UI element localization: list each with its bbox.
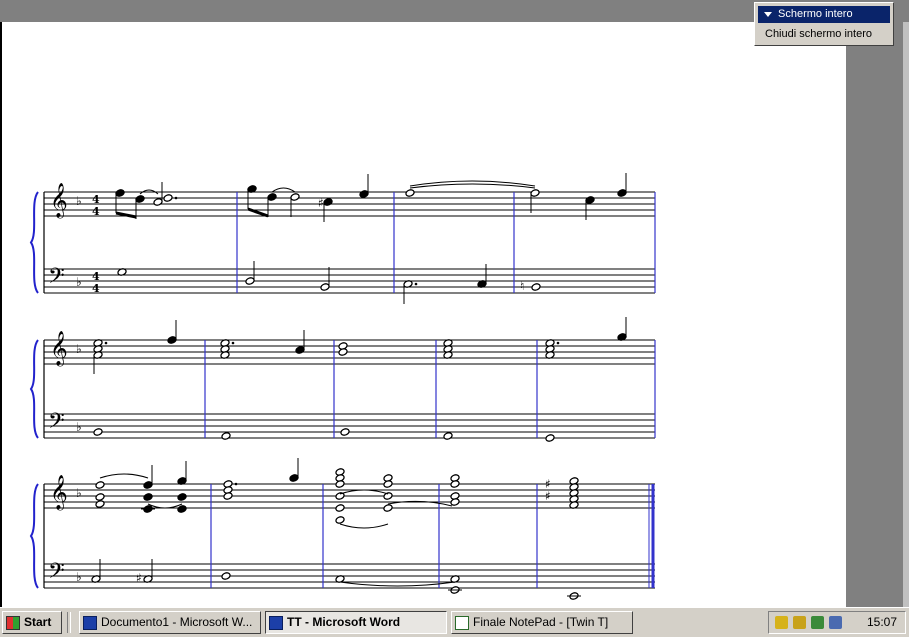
fullscreen-title-button[interactable]: Schermo intero	[758, 6, 890, 23]
flat-sign: ♭	[76, 570, 82, 584]
note-head	[290, 193, 300, 201]
bass-clef: 𝄢	[48, 559, 65, 589]
note-head	[531, 283, 541, 291]
note-dot	[104, 341, 108, 345]
time-signature-denominator: 4	[92, 282, 100, 295]
taskbar-button-documento1[interactable]: Documento1 - Microsoft W...	[79, 611, 261, 634]
note-head	[383, 504, 393, 512]
bass-clef: 𝄢	[48, 409, 65, 439]
taskbar-button-label: TT - Microsoft Word	[287, 615, 401, 629]
note-dot	[231, 341, 235, 345]
page-left-border	[0, 22, 2, 607]
note-head	[95, 481, 105, 489]
tie	[339, 489, 389, 495]
flat-sign: ♭	[76, 420, 82, 434]
note-head	[359, 190, 369, 198]
note-head	[135, 195, 145, 203]
flat-sign: ♭	[76, 342, 82, 356]
note-dot	[174, 196, 178, 200]
natural-sign: ♮	[520, 279, 524, 293]
tray-speaker-icon[interactable]	[793, 616, 806, 629]
tie	[271, 187, 296, 193]
tie	[409, 183, 536, 189]
word-icon	[83, 615, 97, 630]
system-brace	[29, 191, 39, 294]
flat-sign: ♭	[76, 275, 82, 289]
treble-clef: 𝄞	[50, 331, 68, 367]
note-head	[177, 493, 187, 501]
document-gutter	[846, 22, 909, 607]
note-head	[93, 428, 103, 436]
note-head	[153, 198, 163, 206]
system-brace	[29, 339, 39, 439]
tie	[147, 503, 183, 509]
music-score: 𝄞𝄢♭♭4444♯♮𝄞𝄢♭♭𝄞𝄢♭♭♯♯♯	[29, 173, 656, 600]
tie	[99, 473, 149, 479]
tray-network-icon[interactable]	[811, 616, 824, 629]
note-head	[245, 277, 255, 285]
dropdown-arrow-icon	[764, 11, 772, 17]
note-head	[167, 336, 177, 344]
flat-sign: ♭	[76, 486, 82, 500]
document-page[interactable]: 𝄞 𝄢 ♭ ♭ 4 4 4 4 ♯ ♮ 𝄞 𝄢 ♭ ♭ 𝄞 𝄢 ♭ ♭ ♯ ♯ ♯	[0, 22, 846, 607]
note-head	[320, 283, 330, 291]
fullscreen-toolbar: Schermo intero Chiudi schermo intero	[754, 2, 894, 46]
note-head	[163, 194, 173, 202]
taskbar-button-label: Finale NotePad - [Twin T]	[473, 615, 609, 629]
note-head	[335, 504, 345, 512]
note-head	[95, 500, 105, 508]
note-head	[335, 516, 345, 524]
note-head	[545, 434, 555, 442]
taskbar-separator	[67, 612, 71, 633]
note-head	[267, 193, 277, 201]
note-head	[177, 505, 187, 513]
note-head	[95, 493, 105, 501]
start-button[interactable]: Start	[2, 611, 62, 634]
taskbar-button-finale-notepad[interactable]: Finale NotePad - [Twin T]	[451, 611, 633, 634]
tie	[339, 581, 456, 587]
system-brace	[29, 483, 39, 589]
flat-sign: ♭	[76, 194, 82, 208]
sharp-sign: ♯	[545, 489, 551, 503]
taskbar: Start Documento1 - Microsoft W... TT - M…	[0, 607, 909, 637]
system-tray: 15:07	[768, 611, 906, 634]
windows-logo-icon	[6, 615, 20, 630]
treble-clef: 𝄞	[50, 475, 68, 511]
note-head	[143, 493, 153, 501]
note-head	[289, 474, 299, 482]
word-icon	[269, 615, 283, 630]
note-head	[143, 481, 153, 489]
note-dot	[556, 341, 560, 345]
note-head	[617, 189, 627, 197]
close-fullscreen-button[interactable]: Chiudi schermo intero	[765, 28, 872, 40]
treble-clef: 𝄞	[50, 183, 68, 219]
bass-clef: 𝄢	[48, 264, 65, 294]
time-signature-denominator: 4	[92, 205, 100, 218]
tray-printer-icon[interactable]	[829, 616, 842, 629]
note-dot	[414, 282, 418, 286]
fullscreen-title: Schermo intero	[778, 8, 853, 20]
note-head	[340, 428, 350, 436]
note-head	[323, 198, 333, 206]
tie	[339, 523, 389, 529]
start-label: Start	[24, 615, 52, 629]
notepad-icon	[455, 615, 469, 630]
note-head	[530, 189, 540, 197]
clock: 15:07	[866, 615, 897, 629]
scrollbar-edge	[903, 22, 909, 607]
sharp-sign: ♯	[318, 196, 324, 210]
tray-pencil-icon[interactable]	[775, 616, 788, 629]
note-head	[221, 432, 231, 440]
taskbar-button-tt-word[interactable]: TT - Microsoft Word	[265, 611, 447, 634]
note-head	[295, 346, 305, 354]
note-head	[443, 432, 453, 440]
note-head	[115, 189, 125, 197]
note-head	[221, 572, 231, 580]
note-head	[405, 189, 415, 197]
note-head	[585, 196, 595, 204]
sharp-sign: ♯	[136, 571, 142, 585]
taskbar-button-label: Documento1 - Microsoft W...	[101, 615, 253, 629]
note-dot	[234, 482, 238, 486]
